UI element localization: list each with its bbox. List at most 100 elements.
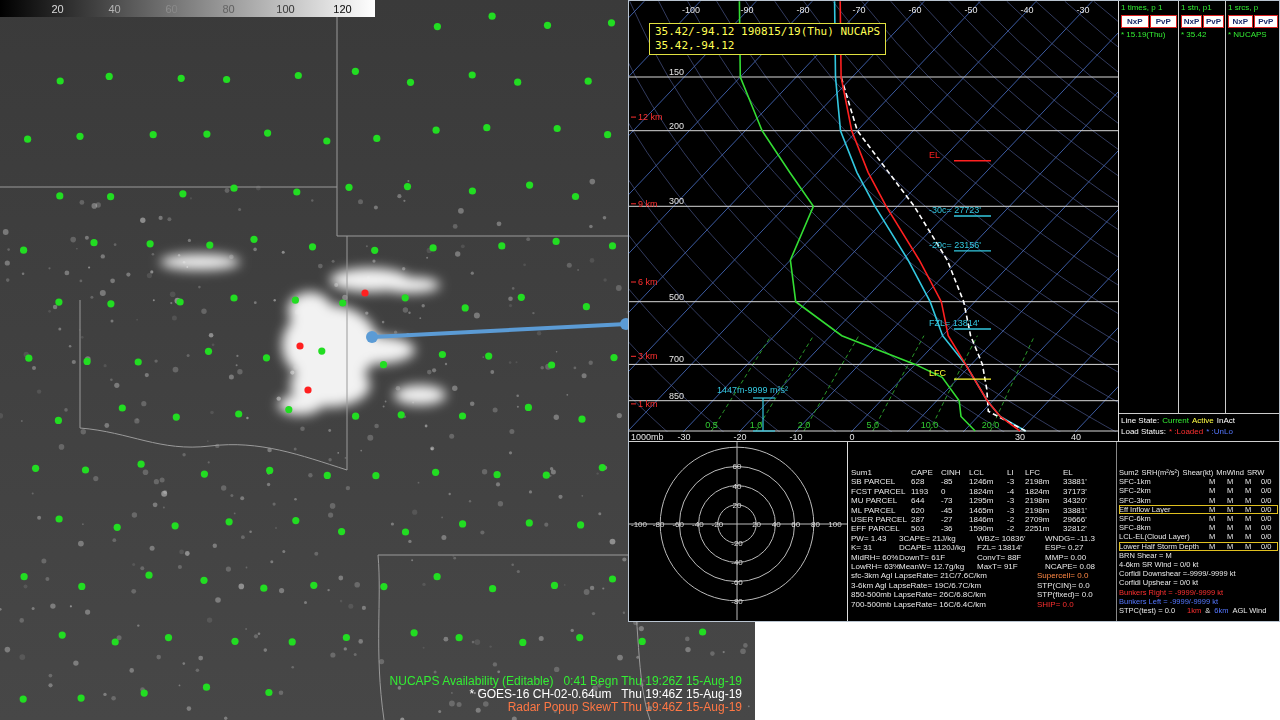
sounding-point[interactable] [404,183,411,190]
shear-row[interactable]: SFC-3kmMMM0/0 [1119,496,1278,505]
parcel-row[interactable]: USER PARCEL287-271846m-22709m29666' [851,515,1114,524]
shear-row[interactable]: SFC-8kmMMM0/0 [1119,523,1278,532]
sounding-point[interactable] [138,461,145,468]
sounding-point[interactable] [324,472,331,479]
sounding-point[interactable] [260,585,267,592]
sounding-point[interactable] [226,518,233,525]
sounding-point[interactable] [20,247,27,254]
sounding-point[interactable] [32,465,39,472]
sounding-point[interactable] [373,135,380,142]
list-item[interactable]: * NUCAPS [1228,30,1278,40]
sounding-point[interactable] [172,522,179,529]
sounding-point[interactable] [411,629,418,636]
step-button[interactable]: PvP [1203,15,1224,28]
sounding-point[interactable] [145,572,152,579]
shear-row[interactable]: SFC-1kmMMM0/0 [1119,477,1278,486]
selected-sounding-point[interactable] [296,342,303,349]
sounding-point[interactable] [119,404,126,411]
sounding-point[interactable] [599,464,606,471]
sounding-point[interactable] [469,71,476,78]
sounding-point[interactable] [430,244,437,251]
step-button[interactable]: PvP [1150,15,1178,28]
popup-anchor[interactable] [366,331,378,343]
sounding-point[interactable] [489,13,496,20]
sounding-point[interactable] [178,75,185,82]
sounding-point[interactable] [544,22,551,29]
sounding-point[interactable] [57,77,64,84]
parcel-row[interactable]: EFF PARCEL503-361590m-22251m32812' [851,524,1114,533]
sounding-point[interactable] [21,573,28,580]
sounding-point[interactable] [76,133,83,140]
sounding-point[interactable] [112,638,119,645]
sounding-point[interactable] [439,351,446,358]
sounding-point[interactable] [289,638,296,645]
sounding-point[interactable] [610,354,617,361]
sounding-point[interactable] [402,528,409,535]
sounding-point[interactable] [407,79,414,86]
sounding-point[interactable] [250,236,257,243]
sounding-point[interactable] [352,68,359,75]
sounding-point[interactable] [402,294,409,301]
sounding-point[interactable] [82,466,89,473]
sounding-point[interactable] [456,634,463,641]
sounding-point[interactable] [231,638,238,645]
sounding-point[interactable] [292,517,299,524]
step-button[interactable]: PvP [1254,15,1279,28]
sounding-point[interactable] [230,185,237,192]
sounding-point[interactable] [106,73,113,80]
sounding-point[interactable] [434,23,441,30]
sounding-point[interactable] [514,79,521,86]
sounding-point[interactable] [90,239,97,246]
shear-row[interactable]: Lower Half Storm DepthMMM0/0 [1119,542,1278,551]
sounding-point[interactable] [285,406,292,413]
sounding-point[interactable] [114,524,121,531]
sounding-point[interactable] [203,131,210,138]
sounding-point[interactable] [604,131,611,138]
list-item[interactable]: * 35.42 [1181,30,1224,40]
sounding-point[interactable] [553,238,560,245]
sounding-point[interactable] [223,76,230,83]
sounding-point[interactable] [554,125,561,132]
sounding-point[interactable] [345,184,352,191]
parcel-row[interactable]: FCST PARCEL119301824m-41824m37173' [851,487,1114,496]
sounding-point[interactable] [526,182,533,189]
sounding-point[interactable] [266,467,273,474]
sounding-point[interactable] [24,136,31,143]
sounding-point[interactable] [310,582,317,589]
sounding-point[interactable] [147,240,154,247]
sounding-point[interactable] [179,190,186,197]
sounding-point[interactable] [165,634,172,641]
sounding-point[interactable] [55,417,62,424]
sounding-point[interactable] [177,298,184,305]
sounding-point[interactable] [150,131,157,138]
sounding-point[interactable] [20,696,27,703]
sounding-point[interactable] [263,354,270,361]
sounding-point[interactable] [432,469,439,476]
sounding-point[interactable] [235,410,242,417]
sounding-point[interactable] [59,632,66,639]
sounding-point[interactable] [264,130,271,137]
sounding-point[interactable] [699,628,706,635]
shear-row[interactable]: Eff Inflow LayerMMM0/0 [1119,505,1278,514]
sounding-point[interactable] [55,299,62,306]
sounding-point[interactable] [469,187,476,194]
sounding-point[interactable] [206,242,213,249]
selected-sounding-point[interactable] [304,386,311,393]
sounding-point[interactable] [230,294,237,301]
sounding-point[interactable] [135,358,142,365]
shear-row[interactable]: SFC-2kmMMM0/0 [1119,486,1278,495]
sounding-point[interactable] [548,361,555,368]
sounding-point[interactable] [498,242,505,249]
sounding-point[interactable] [551,582,558,589]
parcel-row[interactable]: MU PARCEL644-731295m-32198m34320' [851,496,1114,505]
sounding-point[interactable] [200,577,207,584]
sounding-point[interactable] [173,414,180,421]
sounding-point[interactable] [572,193,579,200]
sounding-point[interactable] [78,583,85,590]
sounding-point[interactable] [483,124,490,131]
sounding-point[interactable] [371,247,378,254]
sounding-point[interactable] [459,412,466,419]
sounding-point[interactable] [107,300,114,307]
sounding-point[interactable] [318,348,325,355]
sounding-point[interactable] [141,690,148,697]
